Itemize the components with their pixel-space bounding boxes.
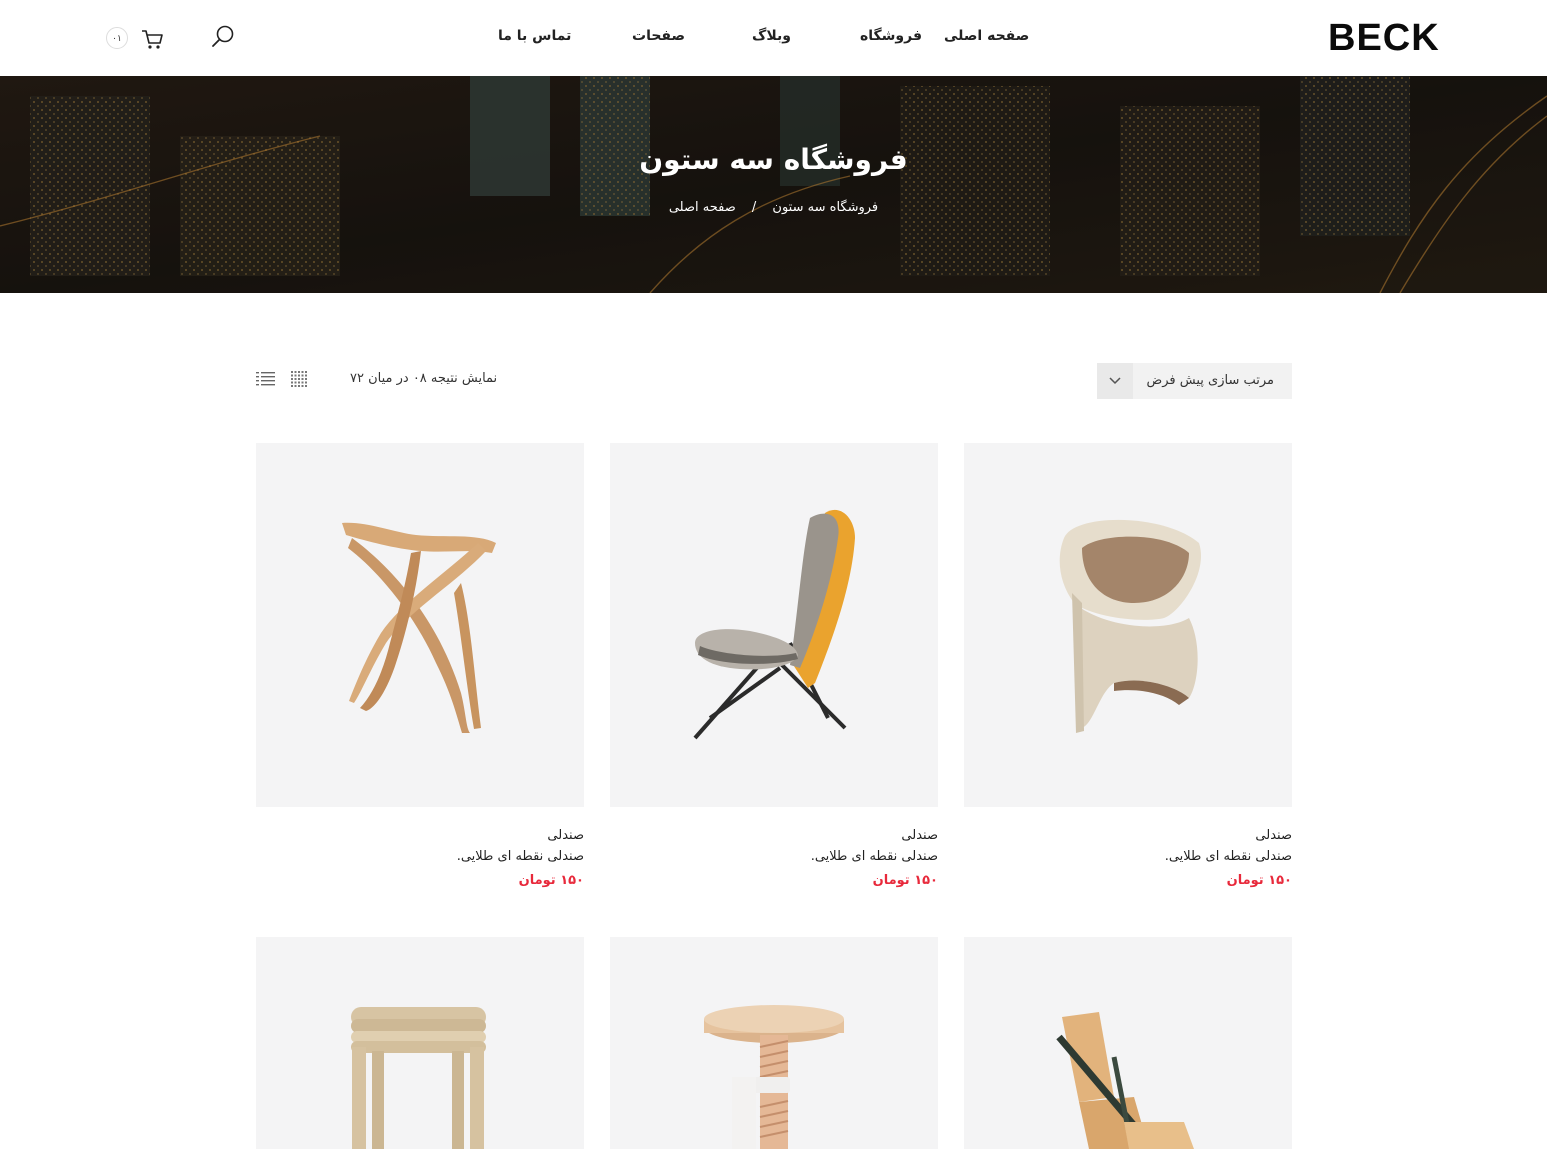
nav-contact[interactable]: تماس با ما	[498, 26, 571, 46]
result-count: نمایش نتیجه ۰۸ در میان ۷۲	[350, 371, 498, 386]
nav-pages[interactable]: صفحات	[632, 26, 685, 46]
grid-view-icon[interactable]	[291, 371, 307, 391]
product-title[interactable]: صندلی نقطه ای طلایی.	[964, 848, 1292, 866]
product-price: ۱۵۰ تومان	[1226, 873, 1292, 888]
breadcrumb-separator: /	[751, 200, 757, 215]
curved-chair-image	[1059, 519, 1201, 733]
product-title[interactable]: صندلی نقطه ای طلایی.	[610, 848, 938, 866]
breadcrumb-home[interactable]: صفحه اصلی	[669, 200, 736, 215]
product-image[interactable]	[964, 937, 1292, 1149]
list-view-icon[interactable]	[256, 370, 276, 392]
product-image[interactable]	[964, 443, 1292, 807]
product-title[interactable]: صندلی نقطه ای طلایی.	[256, 848, 584, 866]
nav-home[interactable]: صفحه اصلی	[944, 26, 1029, 46]
cart-count-badge[interactable]: ۰۱	[106, 27, 128, 49]
product-category[interactable]: صندلی	[610, 827, 938, 845]
screw-stool-image	[704, 1005, 844, 1149]
product-image[interactable]	[610, 937, 938, 1149]
product-category[interactable]: صندلی	[256, 827, 584, 845]
folded-wood-chair-image	[1056, 1012, 1194, 1149]
chevron-down-icon	[1097, 363, 1133, 399]
product-image[interactable]	[610, 443, 938, 807]
breadcrumb: فروشگاه سه ستون / صفحه اصلی	[0, 198, 1547, 218]
wooden-stool-image	[342, 522, 496, 733]
logo[interactable]: BECK	[1328, 17, 1440, 59]
product-price: ۱۵۰ تومان	[518, 873, 584, 888]
nav-blog[interactable]: وبلاگ	[752, 26, 791, 46]
site-header: BECK صفحه اصلی فروشگاه وبلاگ صفحات تماس …	[0, 0, 1547, 76]
nav-shop[interactable]: فروشگاه	[860, 26, 922, 46]
cart-icon[interactable]	[140, 28, 164, 54]
product-image[interactable]	[256, 443, 584, 807]
lounge-chair-image	[693, 509, 855, 740]
sort-dropdown[interactable]: مرتب سازی پیش فرض	[1097, 363, 1292, 399]
stacked-stools-image	[351, 1007, 486, 1149]
product-category[interactable]: صندلی	[964, 827, 1292, 845]
page-banner: فروشگاه سه ستون فروشگاه سه ستون / صفحه ا…	[0, 76, 1547, 293]
sort-selected-value: مرتب سازی پیش فرض	[1146, 373, 1274, 388]
product-price: ۱۵۰ تومان	[872, 873, 938, 888]
product-image[interactable]	[256, 937, 584, 1149]
search-icon[interactable]	[210, 24, 236, 54]
city-night-background	[0, 76, 1547, 293]
page-title: فروشگاه سه ستون	[639, 143, 908, 176]
breadcrumb-current: فروشگاه سه ستون	[772, 200, 879, 215]
